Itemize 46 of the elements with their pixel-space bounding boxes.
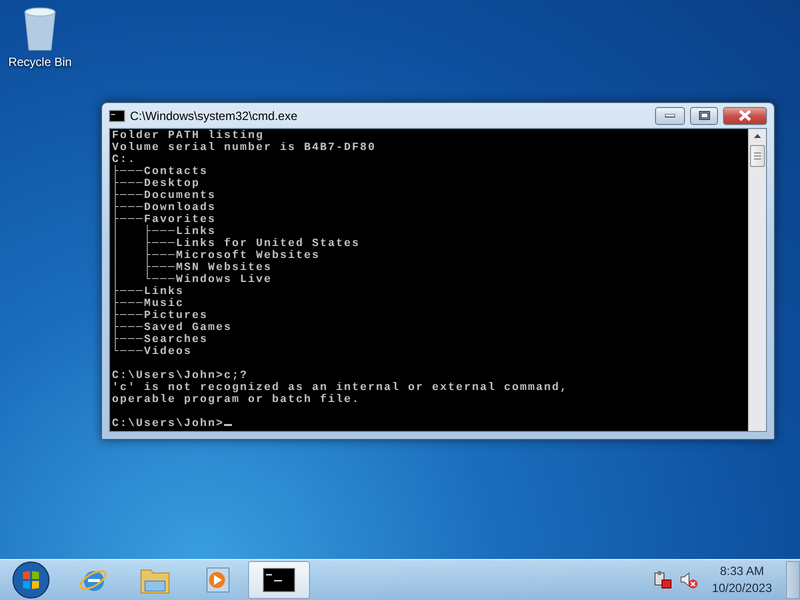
maximize-icon <box>698 111 710 120</box>
console-line: │ ├───Links <box>112 226 216 238</box>
console-line: ├───Music <box>112 298 184 310</box>
console-line: ├───Saved Games <box>112 322 232 334</box>
console-line: ├───Links <box>112 286 184 298</box>
grip-icon <box>754 152 761 160</box>
console-line: ├───Pictures <box>112 310 208 322</box>
maximize-button[interactable] <box>690 106 718 124</box>
scrollbar[interactable] <box>748 129 766 431</box>
console-line: ├───Searches <box>112 334 208 346</box>
window-title: C:\Windows\system32\cmd.exe <box>130 108 298 122</box>
clock[interactable]: 8:33 AM 10/20/2023 <box>706 563 778 597</box>
console-line: ├───Contacts <box>112 166 208 178</box>
console-line: └───Videos <box>112 346 192 358</box>
taskbar-button[interactable] <box>248 561 310 599</box>
clock-time: 8:33 AM <box>720 563 764 580</box>
console-line: Folder PATH listing <box>112 130 264 142</box>
console-line: C:\Users\John>c;? <box>112 370 248 382</box>
console-line: ├───Desktop <box>112 178 200 190</box>
close-button[interactable] <box>723 106 767 124</box>
console-output[interactable] <box>110 129 748 431</box>
console-app-icon <box>109 110 125 122</box>
windows-orb-icon <box>11 560 51 600</box>
console-line: │ ├───Links for United States <box>112 238 360 250</box>
console-icon <box>263 568 295 592</box>
console-line: │ └───Windows Live <box>112 274 272 286</box>
console-line: Volume serial number is B4B7-DF80 <box>112 142 376 154</box>
console-line: operable program or batch file. <box>112 394 360 406</box>
console-line: ├───Downloads <box>112 202 216 214</box>
console-line: ├───Documents <box>112 190 216 202</box>
console-line: C:. <box>112 154 136 166</box>
network-icon <box>654 571 672 589</box>
minimize-button[interactable] <box>655 106 685 124</box>
close-icon <box>739 110 751 121</box>
minimize-icon <box>665 114 675 118</box>
console-line: ├───Favorites <box>112 214 216 226</box>
volume-tray-button[interactable] <box>680 571 698 589</box>
network-tray-button[interactable] <box>654 571 672 589</box>
console-line: │ ├───MSN Websites <box>112 262 272 274</box>
clock-date: 10/20/2023 <box>712 580 772 597</box>
console-line: C:\Users\John> <box>112 418 224 430</box>
console-line: │ ├───Microsoft Websites <box>112 250 320 262</box>
scrollbar-thumb[interactable] <box>750 145 765 167</box>
speaker-icon <box>680 571 698 589</box>
console-line: 'c' is not recognized as an internal or external command, <box>112 382 568 394</box>
desktop-icon-label: Recycle Bin <box>8 55 72 69</box>
